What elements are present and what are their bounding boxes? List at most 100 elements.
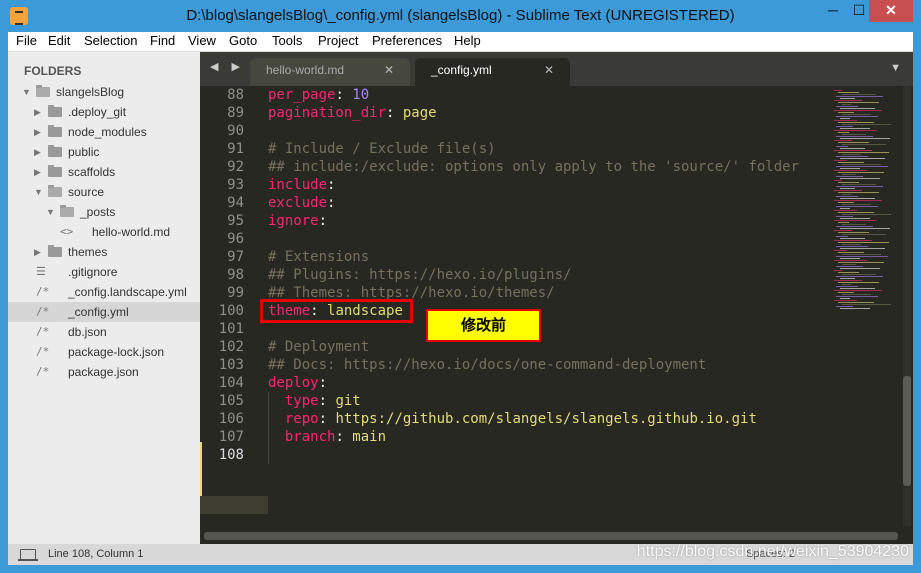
code-line[interactable]: ignore: [268,212,327,230]
sidebar-item[interactable]: ▼ slangelsBlog [8,82,200,102]
minimap-line [836,286,858,287]
menu-edit[interactable]: Edit [48,33,70,48]
minimap-line [842,134,866,135]
tab-hello-world[interactable]: hello-world.md ✕ [250,58,410,86]
title-bar[interactable]: D:\blog\slangelsBlog\_config.yml (slange… [0,0,921,32]
line-number: 104 [218,375,244,391]
sidebar-item[interactable]: /* _config.yml [8,302,200,322]
disclosure-closed-icon[interactable]: ▶ [34,142,41,162]
sidebar-item[interactable]: /* package-lock.json [8,342,200,362]
code-line[interactable]: deploy: [268,374,327,392]
minimap-line [838,132,849,133]
line-number: 107 [218,429,244,445]
minimap-line [838,262,884,263]
disclosure-closed-icon[interactable]: ▶ [34,122,41,142]
menu-help[interactable]: Help [454,33,481,48]
line-number: 106 [218,411,244,427]
code-line[interactable]: # Include / Exclude file(s) [268,140,496,158]
sidebar-item[interactable]: ▼ source [8,182,200,202]
code-line[interactable]: per_page: 10 [268,86,369,104]
code-line[interactable]: # Extensions [268,248,369,266]
code-text: : [327,177,336,193]
code-line[interactable]: repo: https://github.com/slangels/slange… [268,410,757,428]
code-line[interactable]: ## Docs: https://hexo.io/docs/one-comman… [268,356,706,374]
minimap-line [836,306,853,307]
minimap-line [838,212,874,213]
menu-file[interactable]: File [16,33,37,48]
editor-area: ◀ ▶ hello-world.md ✕ _config.yml ✕ ▼ 88 8… [200,52,913,544]
menu-selection[interactable]: Selection [84,33,137,48]
minimap-line [840,118,850,119]
sidebar-item[interactable]: ▶ public [8,142,200,162]
disclosure-closed-icon[interactable]: ▶ [34,102,41,122]
disclosure-closed-icon[interactable]: ▶ [34,242,41,262]
console-toggle-icon[interactable] [18,549,38,561]
comment-file-icon: /* [36,345,50,358]
sidebar-item-label: source [68,185,105,199]
yaml-key: branch [284,429,336,445]
yaml-value: https://github.com/slangels/slangels.git… [335,411,757,427]
sidebar-item-label: node_modules [68,125,147,139]
minimap-line [836,206,878,207]
minimap[interactable] [830,86,905,526]
code-line[interactable]: pagination_dir: page [268,104,437,122]
code-text: : [318,393,336,409]
menu-preferences[interactable]: Preferences [372,33,442,48]
minimap-line [834,100,862,101]
disclosure-open-icon[interactable]: ▼ [34,182,43,202]
tab-close-icon[interactable]: ✕ [544,58,554,82]
disclosure-open-icon[interactable]: ▼ [22,82,31,102]
sidebar-item[interactable]: /* _config.landscape.yml [8,282,200,302]
sidebar-item[interactable]: ▼ _posts [8,202,200,222]
tab-nav-arrows-icon[interactable]: ◀ ▶ [210,60,245,73]
code-line[interactable]: include: [268,176,335,194]
vertical-scrollbar[interactable] [903,86,911,526]
code-line[interactable]: ## include:/exclude: options only apply … [268,158,799,176]
minimize-button[interactable]: ─ [819,0,847,22]
code-line[interactable]: # Deployment [268,338,369,356]
minimap-line [840,198,875,199]
disclosure-open-icon[interactable]: ▼ [46,202,55,222]
tab-config-yml[interactable]: _config.yml ✕ [415,58,570,86]
code-line[interactable]: type: git [268,392,361,410]
minimap-line [838,162,864,163]
sidebar-item[interactable]: /* package.json [8,362,200,382]
minimap-line [838,122,874,123]
code-line[interactable]: exclude: [268,194,335,212]
minimap-line [842,204,871,205]
sidebar-item[interactable]: ☰ .gitignore [8,262,200,282]
code-line[interactable]: branch: main [268,428,386,446]
menu-find[interactable]: Find [150,33,175,48]
line-number: 91 [227,141,244,157]
horizontal-scrollbar[interactable] [204,532,898,540]
sidebar-item[interactable]: /* db.json [8,322,200,342]
menu-view[interactable]: View [188,33,216,48]
sidebar-item[interactable]: ▶ .deploy_git [8,102,200,122]
sidebar-item[interactable]: ▶ scaffolds [8,162,200,182]
tab-close-icon[interactable]: ✕ [384,58,394,82]
minimap-line [836,216,853,217]
minimap-line [834,190,862,191]
menu-project[interactable]: Project [318,33,358,48]
sidebar-item-label: _config.yml [68,305,129,319]
minimap-line [838,102,879,103]
menu-goto[interactable]: Goto [229,33,257,48]
close-window-button[interactable]: ✕ [869,0,913,22]
minimap-line [834,250,847,251]
yaml-value: main [352,429,387,445]
minimap-line [838,242,889,243]
line-number: 98 [227,267,244,283]
minimap-line [838,92,859,93]
sidebar-item[interactable]: ▶ node_modules [8,122,200,142]
tab-dropdown-icon[interactable]: ▼ [890,62,901,74]
menu-tools[interactable]: Tools [272,33,302,48]
comment-file-icon: /* [36,325,50,338]
disclosure-closed-icon[interactable]: ▶ [34,162,41,182]
minimap-line [840,308,870,309]
sidebar-item[interactable]: <> hello-world.md [8,222,200,242]
sidebar-item[interactable]: ▶ themes [8,242,200,262]
horizontal-scroll-thumb[interactable] [204,532,898,540]
vertical-scroll-thumb[interactable] [903,376,911,486]
code-line[interactable]: ## Plugins: https://hexo.io/plugins/ [268,266,571,284]
sidebar-item-label: hello-world.md [92,225,171,239]
